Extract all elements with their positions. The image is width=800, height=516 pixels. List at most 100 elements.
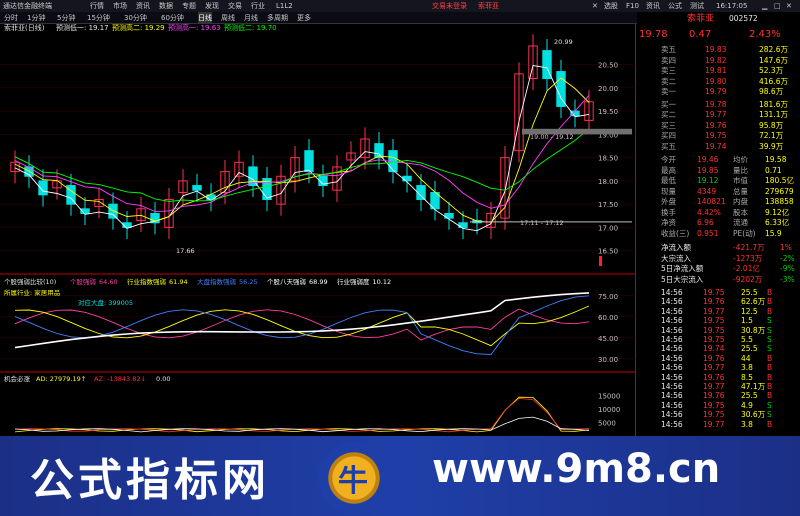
y-axis-label: 20.00 (598, 85, 618, 93)
ask-row: 卖四 19.82 147.6万 (637, 56, 800, 66)
menu-data[interactable]: 数据 (159, 0, 173, 12)
f10-button[interactable]: F10 (626, 0, 639, 12)
quote-panel: 索菲亚 002572 19.78 0.47 2.43% 卖五 19.83 282.6万 卖四 19… (637, 12, 800, 436)
ask-label: 卖五 (661, 45, 676, 54)
indicator-y-label: 60.00 (598, 314, 618, 322)
y-axis-label: 17.50 (598, 201, 618, 209)
ask-label: 卖四 (661, 55, 676, 65)
stat-value: 19.12 (697, 176, 719, 185)
price-change: 0.47 (689, 29, 712, 40)
y-axis-label: 18.50 (598, 155, 618, 163)
menu-market[interactable]: 市场 (113, 0, 127, 12)
flow-value: -1273万 (733, 253, 763, 263)
ma-line-1 (14, 77, 590, 223)
menu-discover[interactable]: 发现 (205, 0, 219, 12)
y-axis-label: 17.00 (598, 224, 618, 232)
bid-label: 买三 (661, 120, 676, 130)
menu-trade[interactable]: 交易 (228, 0, 242, 12)
stat-label: 最高 (661, 165, 676, 175)
capital-y-label: 10000 (598, 406, 620, 414)
stat-value2: 279679 (765, 186, 794, 196)
stat-label2: 市值 (733, 176, 748, 185)
tab-9[interactable]: 多周期 (267, 12, 288, 24)
tab-4[interactable]: 30分钟 (124, 12, 147, 24)
stat-row: 收益(三) 0.951 PE(动) 15.9 (637, 229, 800, 239)
stat-value: 4.42% (697, 207, 721, 217)
bid-row: 买二 19.77 131.1万 (637, 110, 800, 120)
site-url: www.9m8.cn (432, 446, 721, 492)
tab-3[interactable]: 15分钟 (87, 12, 110, 24)
close-icon[interactable]: ✕ (786, 0, 792, 12)
minimize-icon[interactable]: ▁ (762, 0, 767, 12)
tick-row: 14:56 19.77 3.8 B (637, 420, 800, 430)
bid-price: 19.76 (705, 120, 727, 130)
indicator-series-name: 大盘指数强弱 (197, 277, 236, 286)
ask-price: 19.81 (705, 66, 727, 75)
indicator-series-name: 行业强弱度 (337, 277, 370, 286)
menu-industry[interactable]: 行业 (251, 0, 265, 12)
stat-value: 19.85 (697, 165, 719, 175)
menu-news[interactable]: 资讯 (136, 0, 150, 12)
price-band-high-label: 19.00 - 19.12 (530, 133, 574, 141)
stat-label: 最低 (661, 176, 676, 185)
bid-row: 买一 19.78 181.6万 (637, 100, 800, 110)
tab-6[interactable]: 日线 (198, 12, 212, 24)
tab-7[interactable]: 周线 (221, 12, 235, 24)
stat-label: 现量 (661, 186, 676, 196)
clock: 16:17:05 (716, 2, 748, 10)
volume-marker (599, 256, 602, 266)
stat-value2: 15.9 (765, 228, 782, 238)
ask-price: 19.83 (705, 45, 727, 54)
stat-label2: PE(动) (733, 228, 756, 238)
flow-label: 5日大宗流入 (661, 274, 704, 284)
ask-label: 卖三 (661, 66, 676, 75)
kline-chart-svg[interactable]: 索菲亚(日线) 预测低一: 19.17 预测高二: 19.29 预测高一: 19.63… (0, 23, 636, 436)
chart-area[interactable]: 索菲亚(日线) 预测低一: 19.17 预测高二: 19.29 预测高一: 19.63… (0, 23, 636, 436)
flow-row: 5日净流入额 -2.01亿 -9% (637, 264, 800, 274)
bid-vol: 131.1万 (759, 110, 788, 119)
y-axis-label: 16.50 (598, 248, 618, 256)
menu-hq[interactable]: 行情 (90, 0, 104, 12)
flow-pct: 1% (780, 243, 792, 252)
tab-5[interactable]: 60分钟 (161, 12, 184, 24)
menu-topic[interactable]: 专题 (182, 0, 196, 12)
tab-0[interactable]: 分时 (4, 12, 18, 24)
stock-code: 002572 (729, 14, 758, 23)
maximize-icon[interactable]: □ (774, 0, 781, 12)
stat-row: 最高 19.85 量比 0.71 (637, 166, 800, 176)
ask-vol: 52.3万 (759, 66, 784, 75)
flow-label: 5日净流入额 (661, 264, 704, 273)
stat-label: 今开 (661, 155, 676, 164)
y-axis-label: 19.50 (598, 108, 618, 116)
price-row: 19.78 0.47 2.43% (637, 30, 800, 40)
site-logo: 牛 (318, 442, 390, 514)
formula-button[interactable]: 公式 (668, 0, 682, 12)
tab-1[interactable]: 1分钟 (27, 12, 45, 24)
close-quote-button[interactable]: ✕ (592, 0, 598, 12)
info-button[interactable]: 资讯 (646, 0, 660, 12)
tick-side: B (767, 419, 773, 429)
tab-8[interactable]: 月线 (244, 12, 258, 24)
capital-hint: 0.00 (156, 375, 170, 383)
tab-10[interactable]: 更多 (297, 12, 311, 24)
stat-row: 最低 19.12 市值 180.5亿 (637, 176, 800, 186)
indicator-y-label: 30.00 (598, 356, 618, 364)
tick-price: 19.77 (703, 419, 725, 429)
tab-2[interactable]: 5分钟 (57, 12, 75, 24)
flow-value: -9202万 (733, 274, 763, 284)
flow-row: 5日大宗流入 -9202万 -3% (637, 275, 800, 285)
stat-value: 19.46 (697, 155, 719, 164)
stat-value2: 19.58 (765, 155, 787, 164)
login-status[interactable]: 交易未登录 (432, 0, 467, 12)
stat-label2: 股本 (733, 207, 748, 217)
flow-row: 大宗流入 -1273万 -2% (637, 254, 800, 264)
change-pct: 2.43% (749, 29, 781, 40)
test-button[interactable]: 测试 (690, 0, 704, 12)
ask-row: 卖五 19.83 282.6万 (637, 45, 800, 55)
price-band-low-label: 17.11 - 17.12 (520, 219, 564, 227)
menu-l1l2[interactable]: L1L2 (276, 0, 293, 12)
candle-body (374, 143, 384, 159)
stat-row: 净资 6.96 流通 6.33亿 (637, 218, 800, 228)
stat-value: 0.951 (697, 228, 719, 238)
select-stock-button[interactable]: 选股 (604, 0, 618, 12)
